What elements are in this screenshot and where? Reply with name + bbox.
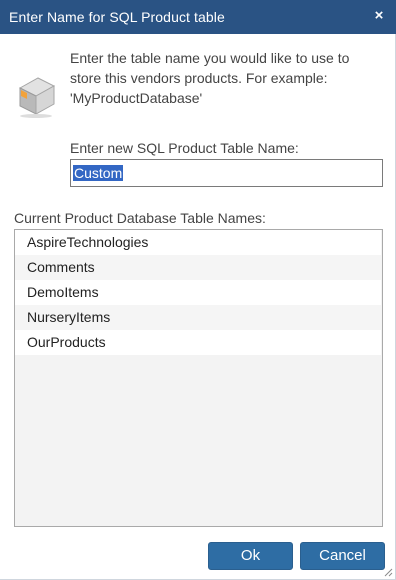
intro-text: Enter the table name you would like to u… (70, 48, 380, 108)
ok-button[interactable]: Ok (208, 542, 293, 570)
resize-grip-icon[interactable] (383, 567, 393, 577)
table-name-label: Enter new SQL Product Table Name: (70, 140, 299, 156)
list-item[interactable]: DemoItems (15, 280, 381, 305)
intro-line: Enter the table name you would like to u… (70, 50, 350, 66)
dialog-title: Enter Name for SQL Product table (9, 9, 225, 25)
list-item[interactable]: AspireTechnologies (15, 230, 381, 255)
table-name-input[interactable]: Custom (70, 159, 383, 187)
list-item[interactable]: OurProducts (15, 330, 381, 355)
table-names-label: Current Product Database Table Names: (14, 210, 266, 226)
list-item[interactable]: Comments (15, 255, 381, 280)
product-box-icon (18, 77, 56, 118)
cancel-button[interactable]: Cancel (300, 542, 385, 570)
close-icon[interactable]: × (370, 6, 388, 26)
list-item[interactable]: NurseryItems (15, 305, 381, 330)
intro-line: 'MyProductDatabase' (70, 90, 203, 106)
dialog-titlebar[interactable]: Enter Name for SQL Product table × (0, 0, 396, 34)
table-names-list[interactable]: AspireTechnologies Comments DemoItems Nu… (14, 229, 383, 527)
intro-line: store this vendors products. For example… (70, 70, 328, 86)
sql-table-name-dialog: Enter Name for SQL Product table × Enter… (0, 0, 396, 580)
table-name-value[interactable]: Custom (73, 165, 124, 181)
